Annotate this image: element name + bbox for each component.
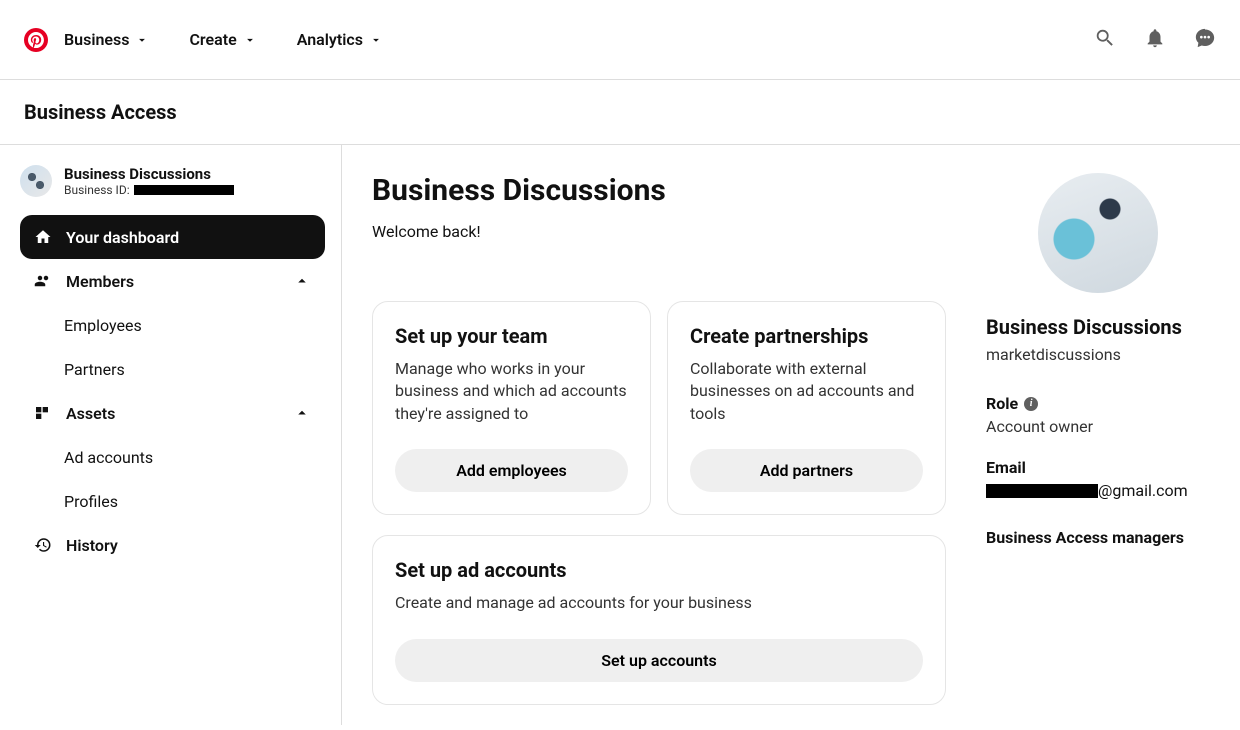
role-label: Role	[986, 394, 1018, 413]
home-icon	[34, 228, 52, 246]
chevron-down-icon	[369, 33, 383, 47]
sidebar-item-ad-accounts[interactable]: Ad accounts	[20, 435, 325, 479]
business-access-managers[interactable]: Business Access managers	[986, 528, 1210, 547]
setup-accounts-button[interactable]: Set up accounts	[395, 639, 923, 682]
business-avatar	[20, 165, 52, 197]
add-employees-button[interactable]: Add employees	[395, 449, 628, 492]
sidebar-dashboard-label: Your dashboard	[66, 228, 179, 247]
sidebar: Business Discussions Business ID: Your d…	[0, 145, 342, 725]
sidebar-item-partners[interactable]: Partners	[20, 347, 325, 391]
nav-business-label: Business	[64, 30, 129, 49]
subheader: Business Access	[0, 80, 1240, 145]
assets-icon	[34, 405, 52, 421]
nav-analytics-label: Analytics	[297, 30, 363, 49]
sidebar-members-label: Members	[66, 272, 134, 291]
card-create-partnerships: Create partnerships Collaborate with ext…	[667, 301, 946, 515]
subheader-title: Business Access	[24, 100, 1216, 124]
pinterest-logo-icon[interactable]	[24, 28, 48, 52]
sidebar-ad-accounts-label: Ad accounts	[64, 448, 153, 467]
sidebar-partners-label: Partners	[64, 360, 125, 379]
business-id-label: Business ID:	[64, 183, 130, 197]
welcome-text: Welcome back!	[372, 222, 946, 241]
email-suffix: @gmail.com	[1098, 481, 1188, 500]
page-title: Business Discussions	[372, 173, 946, 208]
top-nav: Business Create Analytics	[0, 0, 1240, 80]
email-prefix-redacted	[986, 484, 1098, 498]
card-partners-title: Create partnerships	[690, 324, 923, 348]
add-partners-button[interactable]: Add partners	[690, 449, 923, 492]
nav-business[interactable]: Business	[64, 30, 149, 49]
email-label: Email	[986, 458, 1210, 477]
role-label-row: Role i	[986, 394, 1210, 413]
sidebar-item-dashboard[interactable]: Your dashboard	[20, 215, 325, 259]
profile-name: Business Discussions	[986, 315, 1210, 339]
card-partners-desc: Collaborate with external businesses on …	[690, 358, 923, 425]
sidebar-profiles-label: Profiles	[64, 492, 118, 511]
card-setup-team: Set up your team Manage who works in you…	[372, 301, 651, 515]
sidebar-employees-label: Employees	[64, 316, 142, 335]
nav-create-label: Create	[189, 30, 236, 49]
card-setup-ad-accounts: Set up ad accounts Create and manage ad …	[372, 535, 946, 704]
main-content: Business Discussions Welcome back! Set u…	[372, 173, 946, 725]
sidebar-item-employees[interactable]: Employees	[20, 303, 325, 347]
card-team-desc: Manage who works in your business and wh…	[395, 358, 628, 425]
business-id: Business ID:	[64, 183, 234, 197]
nav-analytics[interactable]: Analytics	[297, 30, 383, 49]
email-value: @gmail.com	[986, 481, 1210, 500]
sidebar-assets-label: Assets	[66, 404, 115, 423]
bell-icon[interactable]	[1144, 27, 1166, 53]
info-icon[interactable]: i	[1024, 397, 1038, 411]
profile-panel: Business Discussions marketdiscussions R…	[986, 173, 1210, 725]
search-icon[interactable]	[1094, 27, 1116, 53]
sidebar-item-history[interactable]: History	[20, 523, 325, 567]
sidebar-item-members[interactable]: Members	[20, 259, 325, 303]
sidebar-item-assets[interactable]: Assets	[20, 391, 325, 435]
chevron-down-icon	[243, 33, 257, 47]
chevron-up-icon	[293, 404, 311, 422]
nav-create[interactable]: Create	[189, 30, 256, 49]
profile-username: marketdiscussions	[986, 345, 1210, 364]
profile-avatar	[1038, 173, 1158, 293]
card-team-title: Set up your team	[395, 324, 628, 348]
card-accounts-desc: Create and manage ad accounts for your b…	[395, 592, 923, 614]
chevron-down-icon	[135, 33, 149, 47]
business-id-value-redacted	[134, 185, 234, 195]
card-accounts-title: Set up ad accounts	[395, 558, 923, 582]
chevron-up-icon	[293, 272, 311, 290]
sidebar-history-label: History	[66, 536, 118, 555]
business-name: Business Discussions	[64, 165, 234, 183]
history-icon	[34, 536, 52, 554]
messages-icon[interactable]	[1194, 27, 1216, 53]
role-value: Account owner	[986, 417, 1210, 436]
sidebar-item-profiles[interactable]: Profiles	[20, 479, 325, 523]
business-header: Business Discussions Business ID:	[20, 165, 325, 197]
people-icon	[34, 272, 52, 290]
